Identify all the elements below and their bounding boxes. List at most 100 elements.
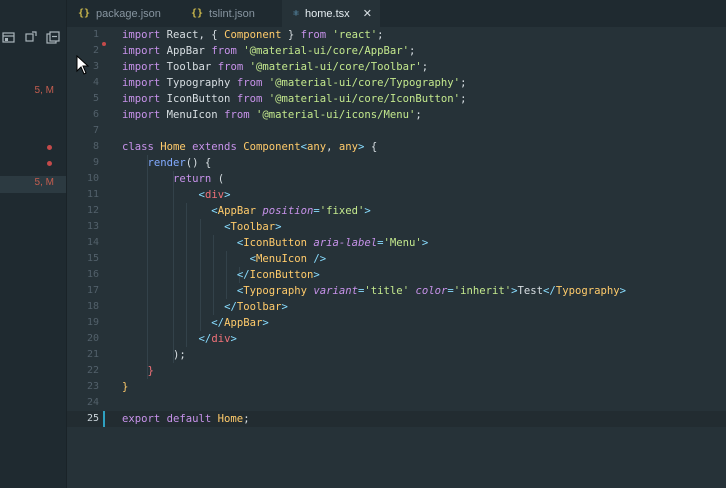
code-line[interactable]: 7 (67, 123, 726, 139)
code-line[interactable]: 12 <AppBar position='fixed'> (67, 203, 726, 219)
code-token: import (122, 109, 167, 121)
code-text: </AppBar> (122, 315, 268, 331)
code-token: from (300, 29, 333, 41)
line-number: 15 (86, 253, 99, 264)
code-token: > (364, 205, 371, 217)
code-token: extends (192, 141, 244, 153)
collapse-folders-icon[interactable] (2, 30, 16, 44)
code-line[interactable]: 9 render() { (67, 155, 726, 171)
code-text: </Toolbar> (122, 299, 288, 315)
code-token: ); (122, 349, 186, 361)
code-text: export default Home; (122, 411, 250, 427)
code-token: ; (460, 77, 467, 89)
tab-home-tsx[interactable]: ⚛ home.tsx ✕ (282, 0, 380, 27)
code-line[interactable]: 23} (67, 379, 726, 395)
code-token: 'inherit' (453, 285, 512, 297)
code-token: AppBar (217, 205, 263, 217)
collapse-all-icon[interactable] (46, 30, 60, 44)
code-line[interactable]: 18 </Toolbar> (67, 299, 726, 315)
code-line[interactable]: 14 <IconButton aria-label='Menu'> (67, 235, 726, 251)
code-line[interactable]: 8 class Home extends Component<any, any> … (67, 139, 726, 155)
code-token: Home (160, 141, 193, 153)
code-line[interactable]: 5 import IconButton from '@material-ui/co… (67, 91, 726, 107)
code-token: > (313, 269, 320, 281)
line-number: 14 (86, 237, 99, 248)
code-token: aria-label (313, 237, 378, 249)
code-text: <div> (122, 187, 231, 203)
sidebar-file-row[interactable]: 5, M (0, 176, 66, 193)
code-line[interactable]: 24 (67, 395, 726, 411)
sidebar-file-row[interactable]: 5, M (0, 84, 66, 101)
refresh-explorer-icon[interactable] (24, 30, 38, 44)
code-token: , (326, 141, 339, 153)
react-file-icon: ⚛ (293, 8, 300, 19)
code-token: div (211, 333, 231, 345)
code-token: Typography (243, 285, 314, 297)
code-token: } (122, 381, 129, 393)
tab-tslint-json[interactable]: {} tslint.json (180, 0, 282, 27)
code-line[interactable]: 10 return ( (67, 171, 726, 187)
json-file-icon: {} (191, 8, 204, 19)
error-dot-icon (47, 161, 52, 166)
code-token: { (370, 141, 378, 153)
code-token: Typography (555, 285, 620, 297)
close-icon[interactable]: ✕ (363, 7, 372, 20)
code-line[interactable]: 21 ); (67, 347, 726, 363)
code-text: class Home extends Component<any, any> { (122, 139, 377, 155)
code-line[interactable]: 17 <Typography variant='title' color='in… (67, 283, 726, 299)
tab-label: package.json (96, 7, 161, 20)
code-line[interactable]: 25 export default Home; (67, 411, 726, 427)
line-number: 1 (92, 29, 99, 40)
code-editor[interactable]: 1 import React, { Component } from 'react… (67, 27, 726, 488)
code-token: ; (243, 413, 250, 425)
editor-tab-bar: {} package.json {} tslint.json ⚛ home.ts… (67, 0, 726, 27)
code-token: Toolbar (230, 221, 276, 233)
code-line[interactable]: 13 <Toolbar> (67, 219, 726, 235)
code-token: Component (224, 29, 282, 41)
code-text: import React, { Component } from 'react'… (122, 27, 384, 43)
line-number: 13 (86, 221, 99, 232)
code-line[interactable]: 1 import React, { Component } from 'react… (67, 27, 726, 43)
code-line[interactable]: 22 } (67, 363, 726, 379)
line-number: 21 (86, 349, 99, 360)
code-text: <IconButton aria-label='Menu'> (122, 235, 428, 251)
line-number: 11 (86, 189, 99, 200)
line-number: 6 (92, 109, 99, 120)
code-text: render() { (122, 155, 212, 171)
code-line[interactable]: 11 <div> (67, 187, 726, 203)
code-text: </IconButton> (122, 267, 320, 283)
line-number: 8 (92, 141, 99, 152)
code-line[interactable]: 3 import Toolbar from '@material-ui/core/… (67, 59, 726, 75)
code-line[interactable]: 6 import MenuIcon from '@material-ui/icon… (67, 107, 726, 123)
code-token: div (204, 189, 225, 201)
code-line[interactable]: 20 </div> (67, 331, 726, 347)
code-line[interactable]: 2 import AppBar from '@material-ui/core/A… (67, 43, 726, 59)
code-line[interactable]: 16 </IconButton> (67, 267, 726, 283)
code-token: > (275, 221, 282, 233)
line-number: 7 (92, 125, 99, 136)
code-line[interactable]: 19 </AppBar> (67, 315, 726, 331)
line-number: 18 (86, 301, 99, 312)
code-token: </ (211, 317, 225, 329)
code-token: export default (122, 413, 218, 425)
code-token: /> (313, 253, 327, 265)
code-line[interactable]: 15 <MenuIcon /> (67, 251, 726, 267)
code-text: import Toolbar from '@material-ui/core/T… (122, 59, 428, 75)
code-token: </ (198, 333, 212, 345)
line-number: 10 (86, 173, 99, 184)
code-line[interactable]: 4 import Typography from '@material-ui/co… (67, 75, 726, 91)
tab-package-json[interactable]: {} package.json (67, 0, 177, 27)
code-token: > (281, 301, 288, 313)
code-token: 'fixed' (319, 205, 365, 217)
code-text: import IconButton from '@material-ui/cor… (122, 91, 466, 107)
code-text: ); (122, 347, 186, 363)
code-text: import Typography from '@material-ui/cor… (122, 75, 466, 91)
code-token: ; (421, 61, 429, 73)
